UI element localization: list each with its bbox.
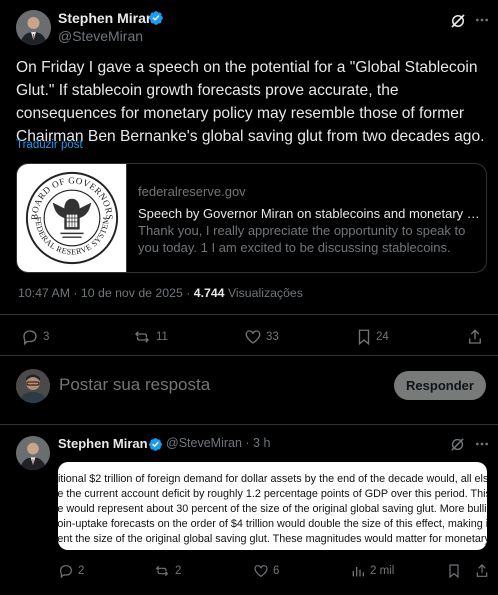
views-count: 4.744	[193, 286, 225, 300]
author-name[interactable]: Stephen Miran	[58, 10, 154, 26]
bookmark-icon	[356, 328, 372, 346]
views-count: 2 mil	[370, 565, 395, 577]
reply-input[interactable]	[59, 375, 379, 395]
share-action[interactable]	[467, 328, 483, 346]
bookmark-count: 24	[376, 331, 389, 343]
reply-icon	[58, 563, 74, 579]
analytics-icon	[350, 563, 366, 579]
share-icon	[467, 328, 483, 346]
divider	[0, 314, 498, 315]
reply-button[interactable]: Responder	[394, 371, 486, 400]
verified-badge-icon	[148, 10, 164, 26]
embed-line: cent the size of the original global sav…	[58, 533, 487, 545]
link-preview-card[interactable]: BOARD OF GOVERNORS FEDERAL RESERVE SYSTE…	[16, 163, 487, 273]
author-handle[interactable]: @SteveMiran	[58, 28, 143, 44]
card-title: Speech by Governor Miran on stablecoins …	[138, 206, 481, 221]
repost-action[interactable]: 11	[132, 328, 168, 346]
divider	[0, 355, 498, 356]
reply-count: 3	[43, 331, 50, 343]
card-domain: federalreserve.gov	[138, 184, 246, 199]
bookmark-icon	[447, 563, 461, 579]
more-options-icon[interactable]	[474, 436, 490, 452]
embed-line: ditional $2 trillion of foreign demand f…	[58, 473, 487, 485]
author-avatar[interactable]	[16, 10, 51, 45]
like-action[interactable]: 6	[253, 563, 279, 579]
embedded-text-image[interactable]: ditional $2 trillion of foreign demand f…	[58, 462, 487, 550]
repost-action[interactable]: 2	[153, 563, 181, 579]
share-action[interactable]	[475, 563, 489, 579]
tweet-date[interactable]: 10 de nov de 2025	[81, 286, 183, 300]
like-count: 33	[266, 331, 279, 343]
more-options-icon[interactable]	[474, 12, 490, 28]
views-action[interactable]: 2 mil	[350, 563, 394, 579]
divider	[0, 424, 498, 425]
tweet-meta: 10:47 AM · 10 de nov de 2025 · 4.744 Vis…	[18, 286, 303, 300]
current-user-avatar[interactable]	[16, 369, 50, 403]
verified-badge-icon	[148, 437, 163, 452]
author-name[interactable]: Stephen Miran	[58, 436, 148, 451]
repost-count: 2	[175, 565, 182, 577]
federal-reserve-seal-image: BOARD OF GOVERNORS FEDERAL RESERVE SYSTE…	[17, 164, 127, 272]
repost-count: 11	[156, 331, 168, 343]
heart-icon	[253, 563, 269, 579]
repost-icon	[132, 328, 152, 346]
reply-count: 2	[78, 565, 85, 577]
card-description: Thank you, I really appreciate the oppor…	[138, 223, 466, 255]
reply-icon	[21, 328, 39, 346]
reply-action[interactable]: 3	[21, 328, 49, 346]
share-icon	[475, 563, 489, 579]
embed-line: se would represent about 30 percent of t…	[58, 503, 487, 515]
like-count: 6	[273, 565, 280, 577]
embed-line: se the current account deficit by roughl…	[58, 488, 487, 500]
views-label: Visualizações	[227, 286, 303, 300]
translate-post-link[interactable]: Traduzir post	[16, 139, 83, 151]
reply-action[interactable]: 2	[58, 563, 84, 579]
like-action[interactable]: 33	[244, 328, 279, 346]
grok-icon[interactable]	[449, 12, 467, 30]
author-avatar[interactable]	[16, 436, 50, 470]
grok-icon[interactable]	[449, 436, 466, 453]
repost-icon	[153, 563, 171, 579]
author-handle[interactable]: @SteveMiran · 3 h	[166, 436, 270, 450]
bookmark-action[interactable]: 24	[356, 328, 389, 346]
tweet-time[interactable]: 10:47 AM	[18, 286, 70, 300]
heart-icon	[244, 328, 262, 346]
embed-line: coin-uptake forecasts on the order of $4…	[58, 518, 487, 530]
tweet-body: On Friday I gave a speech on the potenti…	[16, 59, 485, 145]
bookmark-action[interactable]	[447, 563, 461, 579]
